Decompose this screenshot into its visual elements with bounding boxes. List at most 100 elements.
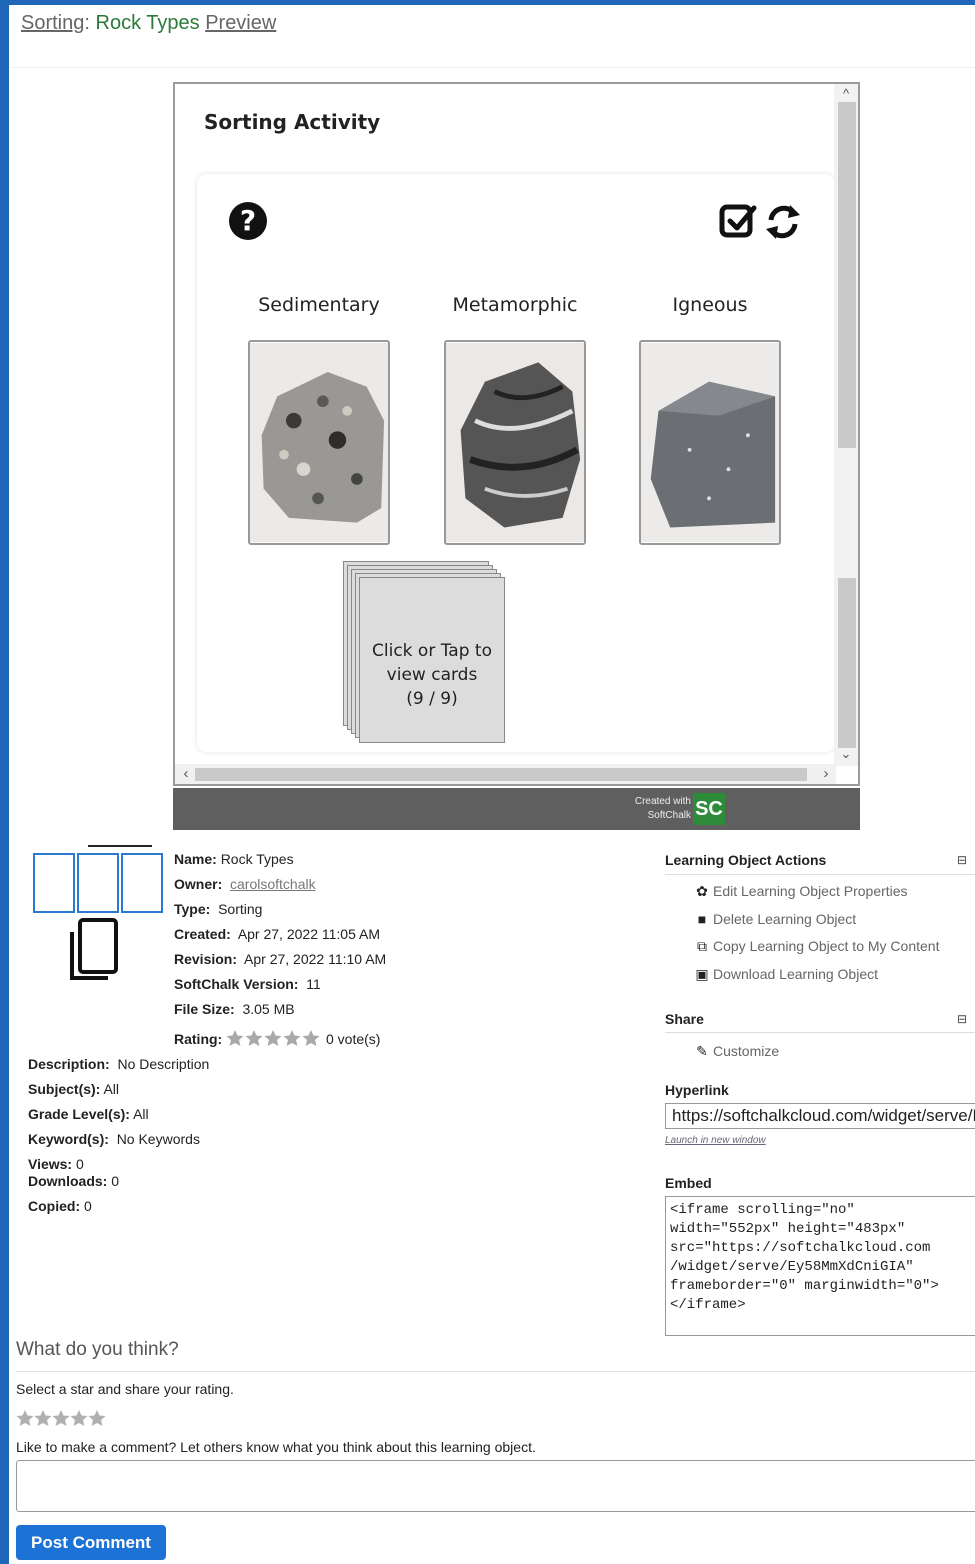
copy-object-action[interactable]: ⧉ Copy Learning Object to My Content xyxy=(695,938,939,955)
card-deck[interactable]: Click or Tap to view cards (9 / 9) xyxy=(343,561,505,743)
rate-star-5 xyxy=(88,1410,106,1426)
activity-title: Sorting Activity xyxy=(204,110,381,134)
edit-properties-label: Edit Learning Object Properties xyxy=(713,883,908,899)
meta-filesize-value: 3.05 MB xyxy=(242,1001,295,1017)
brand-line1: Created with xyxy=(634,796,691,807)
meta-created-label: Created: xyxy=(174,926,231,942)
rate-stars-input[interactable] xyxy=(16,1409,108,1427)
customize-label: Customize xyxy=(713,1043,780,1059)
meta-rating: Rating: 0 vote(s) xyxy=(174,1029,380,1047)
scroll-left-icon[interactable]: ‹ xyxy=(177,764,195,784)
meta-copied-value: 0 xyxy=(84,1198,92,1214)
horizontal-scrollbar-thumb[interactable] xyxy=(195,768,807,781)
category-igneous: Igneous xyxy=(672,294,748,316)
meta-filesize-label: File Size: xyxy=(174,1001,235,1017)
download-object-label: Download Learning Object xyxy=(713,966,878,982)
rating-stars-icon xyxy=(226,1030,320,1046)
meta-subjects-label: Subject(s): xyxy=(28,1081,101,1097)
meta-keywords-label: Keyword(s): xyxy=(28,1131,109,1147)
meta-filesize: File Size: 3.05 MB xyxy=(174,1001,295,1017)
meta-copied-label: Copied: xyxy=(28,1198,81,1214)
scrollbar-thumb[interactable] xyxy=(838,102,856,448)
embed-heading: Embed xyxy=(665,1175,712,1191)
customize-action[interactable]: ✎ Customize xyxy=(695,1043,779,1060)
share-heading: Share xyxy=(665,1011,704,1027)
rate-star-2 xyxy=(34,1410,52,1426)
category-sedimentary: Sedimentary xyxy=(258,294,380,316)
meta-description: Description: No Description xyxy=(28,1056,209,1072)
breadcrumb: Sorting: Rock Types Preview xyxy=(21,12,276,35)
meta-downloads-label: Downloads: xyxy=(28,1173,108,1189)
meta-revision-value: Apr 27, 2022 11:10 AM xyxy=(244,951,387,967)
divider xyxy=(12,67,975,68)
comment-textarea[interactable] xyxy=(16,1460,975,1512)
rate-star-3 xyxy=(52,1410,70,1426)
meta-created: Created: Apr 27, 2022 11:05 AM xyxy=(174,926,380,942)
deck-count: (9 / 9) xyxy=(406,689,458,709)
breadcrumb-title: Rock Types xyxy=(95,12,200,34)
meta-keywords-value: No Keywords xyxy=(116,1131,200,1147)
collapse-share-icon[interactable]: ⊟ xyxy=(957,1012,967,1026)
meta-grades-label: Grade Level(s): xyxy=(28,1106,130,1122)
delete-object-label: Delete Learning Object xyxy=(713,911,857,927)
scroll-down-icon[interactable]: ⌄ xyxy=(834,746,858,766)
scroll-right-icon[interactable]: › xyxy=(817,764,835,784)
meta-copied: Copied: 0 xyxy=(28,1198,92,1214)
delete-object-action[interactable]: ■ Delete Learning Object xyxy=(695,911,856,927)
horizontal-scrollbar[interactable]: ‹ › xyxy=(175,764,836,784)
copy-object-label: Copy Learning Object to My Content xyxy=(713,938,940,954)
embed-code-textarea[interactable]: <iframe scrolling="no" width="552px" hei… xyxy=(665,1196,975,1336)
meta-type: Type: Sorting xyxy=(174,901,262,917)
scrollbar-track[interactable] xyxy=(838,578,856,748)
rating-prompt: Select a star and share your rating. xyxy=(16,1381,234,1397)
meta-name-value: Rock Types xyxy=(220,851,294,867)
save-icon: ▣ xyxy=(695,966,709,982)
rate-star-1 xyxy=(16,1410,34,1426)
post-comment-button[interactable]: Post Comment xyxy=(16,1525,166,1560)
meta-type-label: Type: xyxy=(174,901,211,917)
brand-caption: Created with SoftChalk xyxy=(621,795,691,823)
meta-version-label: SoftChalk Version: xyxy=(174,976,299,992)
meta-rating-label: Rating: xyxy=(174,1031,223,1047)
meta-downloads-value: 0 xyxy=(111,1173,120,1189)
category-metamorphic: Metamorphic xyxy=(452,294,578,316)
meta-subjects: Subject(s): All xyxy=(28,1081,119,1097)
hyperlink-heading: Hyperlink xyxy=(665,1082,729,1098)
meta-description-value: No Description xyxy=(117,1056,210,1072)
launch-new-window-link[interactable]: Launch in new window xyxy=(665,1135,766,1146)
deck-line2: view cards xyxy=(386,665,478,685)
breadcrumb-separator: : xyxy=(84,12,90,34)
breadcrumb-preview-link[interactable]: Preview xyxy=(205,12,276,34)
edit-properties-action[interactable]: ✿ Edit Learning Object Properties xyxy=(695,883,908,900)
sorting-type-icon xyxy=(33,845,163,980)
download-object-action[interactable]: ▣ Download Learning Object xyxy=(695,966,878,983)
sedimentary-rock-image[interactable] xyxy=(248,340,390,545)
softchalk-brand-bar: Created with SoftChalk SC xyxy=(173,788,860,830)
check-answers-icon[interactable] xyxy=(719,202,757,240)
meta-version: SoftChalk Version: 11 xyxy=(174,976,321,992)
collapse-actions-icon[interactable]: ⊟ xyxy=(957,853,967,867)
meta-type-value: Sorting xyxy=(218,901,263,917)
owner-link[interactable]: carolsoftchalk xyxy=(230,876,316,892)
hyperlink-field[interactable]: https://softchalkcloud.com/widget/serve/… xyxy=(665,1103,975,1129)
feedback-heading: What do you think? xyxy=(16,1339,179,1360)
breadcrumb-type-link[interactable]: Sorting xyxy=(21,12,84,34)
help-icon[interactable]: ? xyxy=(229,202,267,240)
meta-views: Views: 0 xyxy=(28,1156,84,1172)
meta-keywords: Keyword(s): No Keywords xyxy=(28,1131,200,1147)
vertical-scrollbar[interactable]: ^ ⌄ xyxy=(834,84,858,766)
divider xyxy=(665,1032,975,1033)
metamorphic-rock-image[interactable] xyxy=(444,340,586,545)
brand-line2: SoftChalk xyxy=(647,810,691,821)
meta-revision-label: Revision: xyxy=(174,951,238,967)
reset-icon[interactable] xyxy=(763,202,803,242)
meta-grades-value: All xyxy=(133,1106,149,1122)
meta-grades: Grade Level(s): All xyxy=(28,1106,149,1122)
softchalk-logo[interactable]: SC xyxy=(693,793,725,825)
meta-name: Name: Rock Types xyxy=(174,851,294,867)
rate-star-4 xyxy=(70,1410,88,1426)
deck-instructions: Click or Tap to view cards (9 / 9) xyxy=(359,639,505,711)
igneous-rock-image[interactable] xyxy=(639,340,781,545)
copy-icon: ⧉ xyxy=(697,938,707,954)
votes-count: 0 vote(s) xyxy=(326,1031,381,1047)
